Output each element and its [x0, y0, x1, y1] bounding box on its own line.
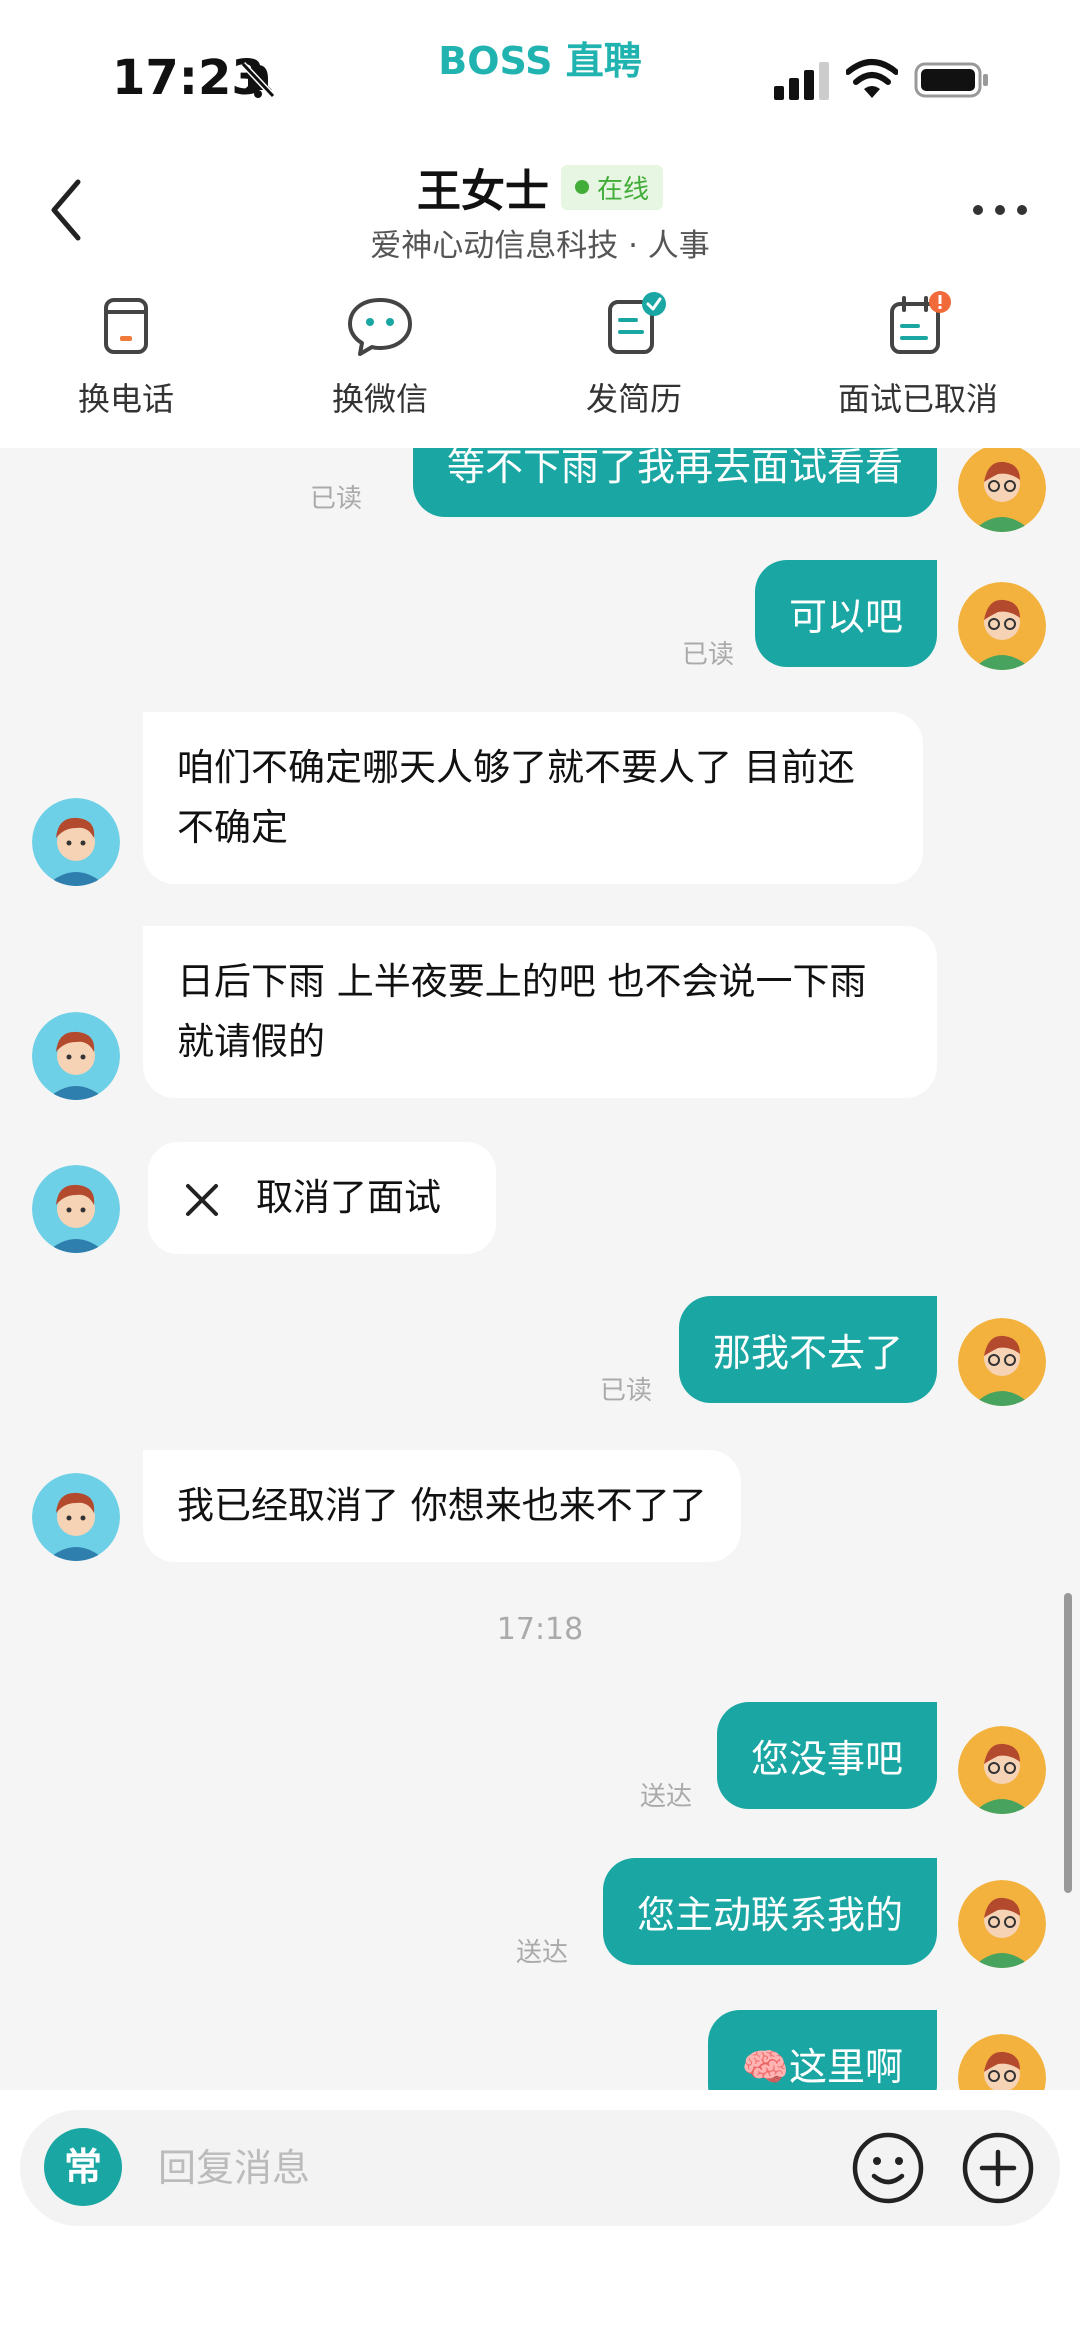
interview-cancelled-button[interactable]: 面试已取消 — [818, 290, 1018, 420]
signal-icon — [774, 62, 829, 100]
close-icon — [186, 1183, 218, 1216]
phone-card-icon — [104, 298, 148, 354]
wechat-icon — [348, 298, 412, 356]
outgoing-message[interactable]: 那我不去了 — [678, 1296, 937, 1403]
incoming-message[interactable]: 我已经取消了 你想来也来不了了 — [143, 1450, 741, 1562]
reply-input[interactable] — [158, 2130, 818, 2206]
input-bar: 常 — [0, 2090, 1080, 2341]
online-status-badge: 在线 — [560, 164, 663, 210]
read-status: 已读 — [310, 484, 363, 514]
calendar-icon — [890, 291, 951, 354]
read-status: 已读 — [682, 640, 735, 670]
interview-cancelled-label: 取消了面试 — [256, 1176, 441, 1219]
exchange-phone-button[interactable]: 换电话 — [26, 290, 226, 420]
outgoing-message[interactable]: 等不下雨了我再去面试看看 — [412, 448, 937, 517]
incoming-message[interactable]: 咱们不确定哪天人够了就不要人了 目前还不确定 — [143, 712, 923, 884]
contact-avatar[interactable] — [32, 798, 120, 886]
wifi-icon — [846, 59, 898, 98]
outgoing-message[interactable]: 您主动联系我的 — [602, 1858, 937, 1965]
incoming-message[interactable]: 日后下雨 上半夜要上的吧 也不会说一下雨就请假的 — [143, 926, 937, 1098]
chat-header: 17:23 BOSS 直聘 王女士 在线 爱神心动信息科技 · 人事 换电话 换… — [0, 0, 1080, 448]
contact-avatar[interactable] — [32, 1473, 120, 1561]
delivery-status: 送达 — [640, 1782, 693, 1812]
quick-actions-bar: 换电话 换微信 发简历 面试已取消 — [0, 290, 1080, 430]
read-status: 已读 — [600, 1376, 653, 1406]
interview-cancelled-card[interactable]: 取消了面试 — [148, 1142, 496, 1254]
emoji-icon[interactable] — [850, 2130, 926, 2206]
contact-avatar[interactable] — [32, 1012, 120, 1100]
action-label: 发简历 — [585, 380, 682, 418]
action-label: 面试已取消 — [837, 380, 998, 418]
outgoing-message[interactable]: 🧠这里啊 — [707, 2010, 937, 2090]
action-label: 换微信 — [331, 380, 428, 418]
exchange-wechat-button[interactable]: 换微信 — [280, 290, 480, 420]
outgoing-message[interactable]: 可以吧 — [754, 560, 937, 667]
online-dot-icon — [574, 180, 589, 194]
contact-company-role: 爱神心动信息科技 · 人事 — [370, 228, 710, 264]
self-avatar[interactable] — [958, 2034, 1046, 2090]
action-label: 换电话 — [77, 380, 174, 418]
send-resume-button[interactable]: 发简历 — [534, 290, 734, 420]
message-timestamp: 17:18 — [496, 1612, 584, 1647]
self-avatar[interactable] — [958, 1880, 1046, 1968]
self-avatar[interactable] — [958, 582, 1046, 670]
online-label: 在线 — [596, 174, 649, 205]
message-list[interactable]: 等不下雨了我再去面试看看 已读 可以吧 已读 咱们不确定哪天人够了就不要人了 目… — [0, 448, 1080, 2090]
battery-icon — [914, 62, 988, 98]
contact-name: 王女士 — [416, 166, 549, 217]
resume-icon — [608, 292, 666, 354]
more-options-icon[interactable] — [970, 200, 1030, 220]
outgoing-message[interactable]: 您没事吧 — [716, 1702, 937, 1809]
common-phrases-button[interactable]: 常 — [44, 2128, 122, 2206]
self-avatar[interactable] — [958, 1726, 1046, 1814]
self-avatar[interactable] — [958, 1318, 1046, 1406]
self-avatar[interactable] — [958, 448, 1046, 532]
delivery-status: 送达 — [516, 1938, 569, 1968]
scrollbar[interactable] — [1064, 1593, 1072, 1893]
plus-icon[interactable] — [960, 2130, 1036, 2206]
contact-avatar[interactable] — [32, 1165, 120, 1253]
